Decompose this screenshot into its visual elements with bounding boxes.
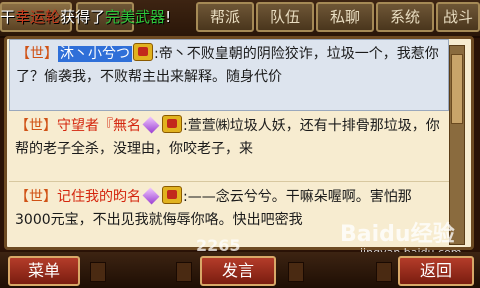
bottom-toolbar: 菜单 发言 返回 [0, 252, 480, 288]
gem-icon [142, 187, 160, 205]
baidu-watermark: Baidu经验 [340, 222, 455, 247]
sender-name[interactable]: 守望者『無名 [57, 118, 141, 134]
decor-block [176, 262, 192, 282]
ticker-end: ! [165, 8, 172, 26]
back-button[interactable]: 返回 [398, 256, 474, 286]
send-button[interactable]: 发言 [200, 256, 276, 286]
tab-private[interactable]: 私聊 [316, 2, 374, 32]
scroll-thumb[interactable] [451, 54, 463, 124]
chat-scrollbar[interactable] [449, 45, 465, 245]
decor-block [90, 262, 106, 282]
sender-name[interactable]: 记住我的昀名 [57, 189, 141, 205]
decor-block [376, 262, 392, 282]
vip-icon [162, 115, 182, 133]
channel-tag: 【世】 [16, 46, 58, 62]
channel-tag: 【世】 [15, 118, 57, 134]
channel-tag: 【世】 [15, 189, 57, 205]
chat-message[interactable]: 【世】守望者『無名:萱萱㈱垃圾人妖，还有十排骨那垃圾，你帮的老子全杀，没理由，你… [9, 112, 449, 182]
system-ticker: 干幸运轮获得了完美武器! [0, 4, 210, 30]
ticker-prefix: 干 [0, 8, 16, 26]
ticker-item: 完美武器 [105, 8, 166, 26]
ticker-obtained: 获得了 [60, 8, 106, 26]
chat-message[interactable]: 【世】 沐丶小兮つ:帝丶不败皇朝的阴险狡诈，垃圾一个，我惹你了？偷袭我，不败帮主出… [9, 39, 449, 111]
menu-button[interactable]: 菜单 [8, 256, 80, 286]
ticker-event: 幸运轮 [15, 8, 61, 26]
channel-tab-bar: 帮派 队伍 私聊 系统 战斗 干幸运轮获得了完美武器! [0, 0, 480, 38]
decor-block [288, 262, 304, 282]
tab-team[interactable]: 队伍 [256, 2, 314, 32]
tab-battle[interactable]: 战斗 [436, 2, 480, 32]
tab-system[interactable]: 系统 [376, 2, 434, 32]
vip-icon [162, 186, 182, 204]
vip-icon [133, 43, 153, 61]
gem-icon [142, 116, 160, 134]
sender-name[interactable]: 沐丶小兮つ [58, 46, 132, 62]
